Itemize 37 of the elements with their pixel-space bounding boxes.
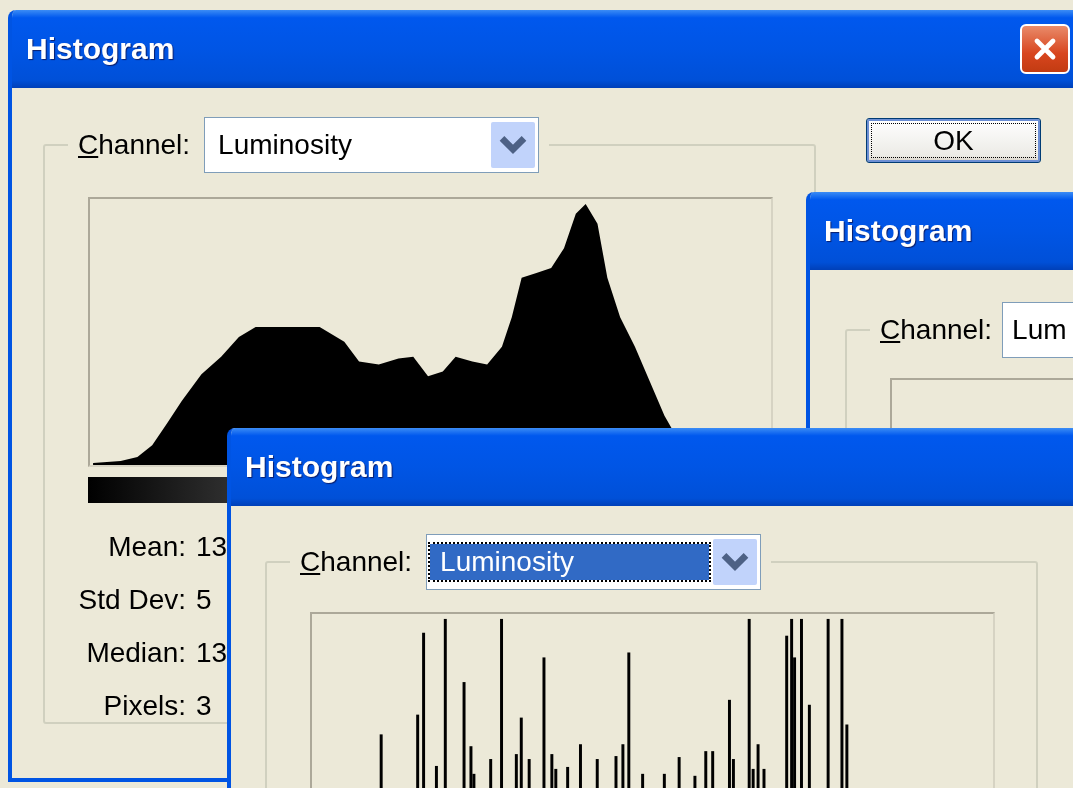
chevron-down-icon[interactable] [491, 122, 536, 168]
stat-value: 5 [196, 584, 213, 616]
window-title: Histogram [824, 214, 973, 248]
histogram-bar [662, 773, 666, 788]
histogram-bar [762, 768, 766, 788]
histogram-bar [595, 759, 599, 788]
channel-dropdown[interactable]: Lum [1002, 302, 1073, 358]
histogram-bar [621, 744, 625, 788]
histogram-bar [693, 775, 697, 788]
ok-button[interactable]: OK [866, 118, 1041, 163]
stat-label: Median: [85, 637, 186, 669]
window-title: Histogram [26, 32, 175, 66]
histogram-bar [641, 773, 645, 788]
stat-value: 3 [196, 690, 213, 722]
channel-label: Channel: [300, 546, 413, 578]
channel-label: Channel: [880, 314, 993, 346]
stat-label: Std Dev: [77, 584, 186, 616]
histogram-bar [379, 734, 383, 788]
histogram-bar [527, 759, 531, 788]
channel-dropdown[interactable]: Luminosity [426, 534, 762, 590]
channel-dropdown[interactable]: Luminosity [204, 117, 540, 173]
histogram-bar [711, 751, 715, 788]
stat-label: Mean: [107, 531, 186, 563]
histogram-bar [704, 751, 708, 788]
stat-value: 13 [196, 637, 228, 669]
stat-label: Pixels: [102, 690, 186, 722]
histogram-bar [489, 759, 493, 788]
channel-label: Channel: [78, 129, 191, 161]
window-title: Histogram [245, 450, 394, 484]
histogram-bar [614, 756, 618, 788]
histogram-bar [566, 766, 570, 788]
histogram-bar [434, 765, 438, 788]
close-button[interactable] [1020, 24, 1070, 74]
histogram-bar [677, 757, 681, 788]
chevron-down-icon[interactable] [713, 539, 758, 585]
histogram-bar [579, 744, 582, 788]
stat-value: 13 [196, 531, 228, 563]
